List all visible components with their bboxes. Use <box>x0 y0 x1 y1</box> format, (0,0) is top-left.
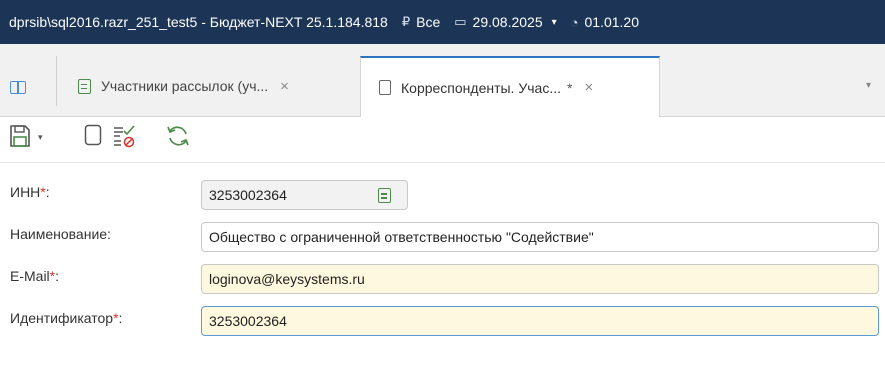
currency-filter[interactable]: ₽ Все <box>402 14 440 30</box>
inn-label: ИНН*: <box>10 184 50 200</box>
tab-bar: Участники рассылок (уч... × Корреспонден… <box>0 44 885 117</box>
name-value: Общество с ограниченной ответственностью… <box>209 229 594 245</box>
panel-toggle-icon[interactable] <box>10 81 26 94</box>
email-field[interactable]: loginova@keysystems.ru <box>201 264 879 294</box>
modified-marker: * <box>566 79 573 96</box>
name-label: Наименование: <box>10 226 111 242</box>
period-filter-value: 01.01.20 <box>584 14 640 30</box>
inn-value: 3253002364 <box>209 187 287 203</box>
identifier-field[interactable]: 3253002364 <box>201 306 879 336</box>
tab-divider <box>56 56 57 106</box>
clock-icon: ◔ <box>570 14 579 30</box>
inn-field[interactable]: 3253002364 <box>201 180 408 210</box>
close-icon[interactable]: × <box>280 78 289 95</box>
currency-filter-label: Все <box>416 14 441 30</box>
calendar-icon: ▭ <box>454 14 467 29</box>
date-filter[interactable]: ▭ 29.08.2025 ▾ <box>454 14 556 30</box>
email-label: E-Mail*: <box>10 268 60 284</box>
app-title: dprsib\sql2016.razr_251_test5 - Бюджет-N… <box>9 14 388 30</box>
refresh-icon[interactable] <box>166 124 190 148</box>
date-filter-value: 29.08.2025 <box>472 14 543 30</box>
save-icon[interactable] <box>9 124 31 148</box>
toolbar: ▾ <box>0 116 885 163</box>
email-value: loginova@keysystems.ru <box>209 271 365 287</box>
identifier-value: 3253002364 <box>209 313 287 329</box>
save-menu-chevron-icon[interactable]: ▾ <box>38 132 43 143</box>
new-document-icon[interactable] <box>84 124 102 146</box>
period-filter[interactable]: ◔ 01.01.20 <box>571 14 639 30</box>
form-picker-icon[interactable] <box>378 188 391 203</box>
identifier-label: Идентификатор*: <box>10 310 123 326</box>
tabs-overflow-icon[interactable]: ▾ <box>866 80 871 91</box>
chevron-down-icon[interactable]: ▾ <box>552 17 557 28</box>
form-icon <box>78 78 91 94</box>
document-icon <box>379 80 391 95</box>
name-field[interactable]: Общество с ограниченной ответственностью… <box>201 222 879 252</box>
ruble-icon: ₽ <box>401 14 411 29</box>
tab-label: Корреспонденты. Учас... <box>401 79 561 96</box>
tab-mailing-participants[interactable]: Участники рассылок (уч... × <box>58 56 360 116</box>
close-icon[interactable]: × <box>584 79 593 96</box>
tab-label: Участники рассылок (уч... <box>101 78 269 94</box>
validate-icon[interactable] <box>112 124 136 148</box>
tab-correspondents[interactable]: Корреспонденты. Учас... * × <box>360 56 660 117</box>
title-bar: dprsib\sql2016.razr_251_test5 - Бюджет-N… <box>0 0 885 44</box>
